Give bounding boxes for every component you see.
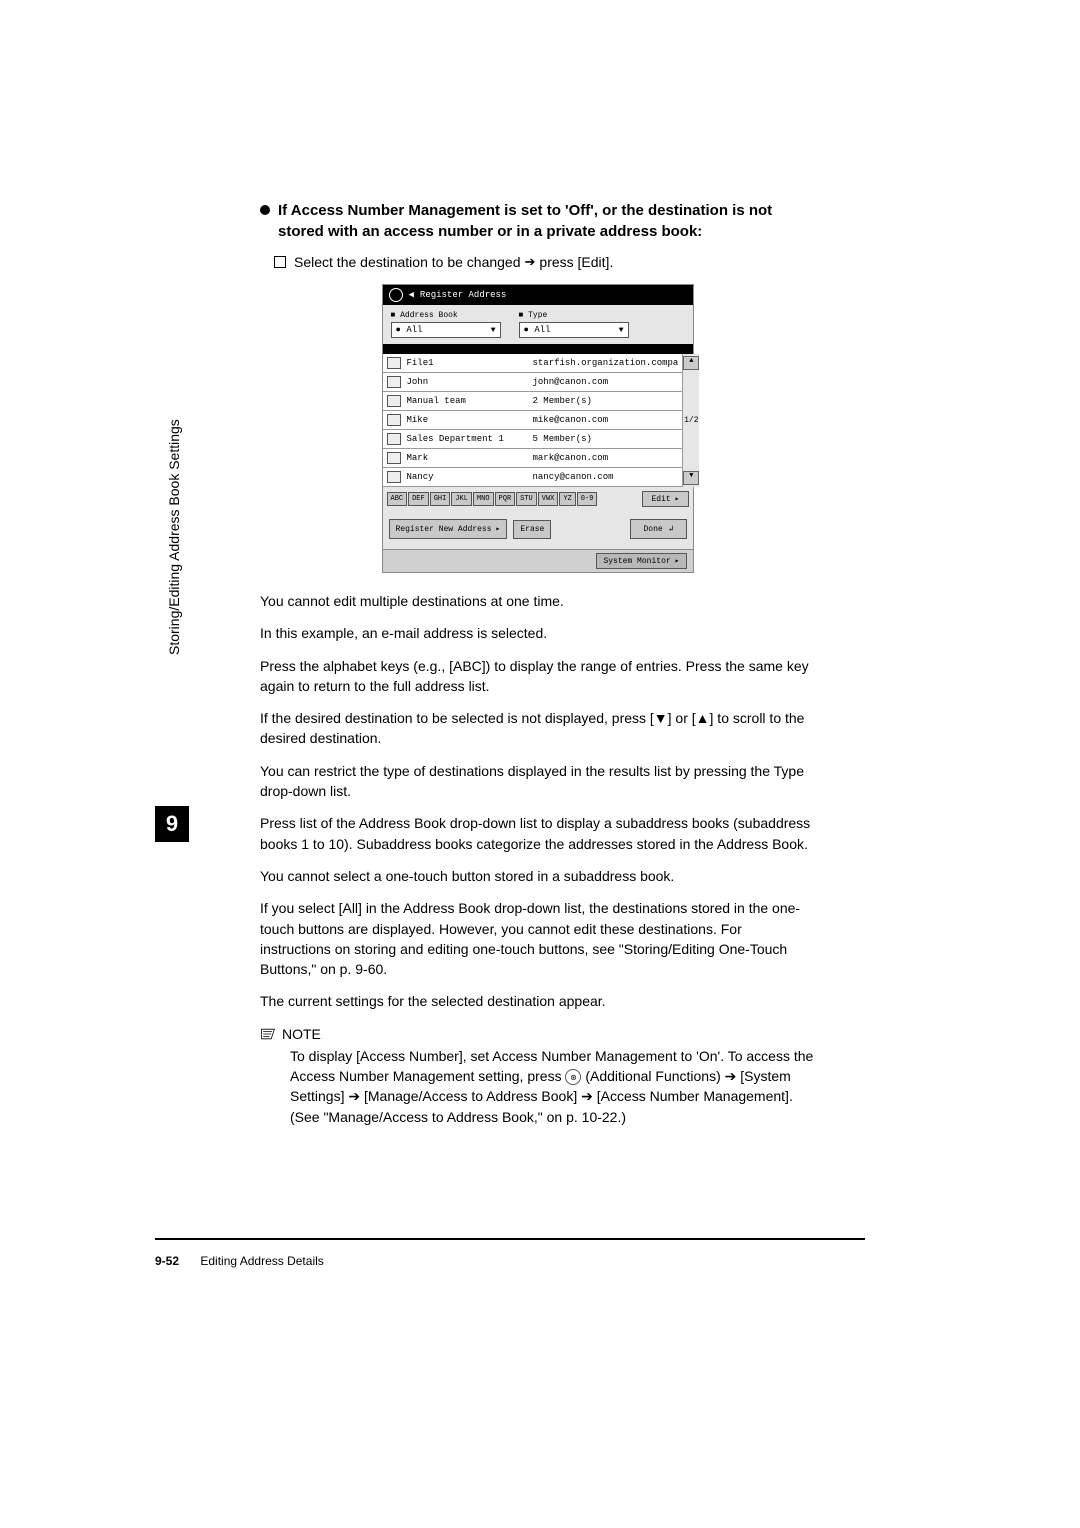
side-tab-label: Storing/Editing Address Book Settings (166, 419, 182, 655)
erase-button[interactable]: Erase (513, 520, 551, 539)
body-paragraph: You cannot edit multiple destinations at… (260, 591, 815, 611)
additional-functions-key-icon: ⊛ (565, 1069, 581, 1085)
edit-button[interactable]: Edit▸ (642, 491, 688, 507)
sub-instruction-post: press [Edit]. (539, 254, 613, 270)
system-monitor-button[interactable]: System Monitor▸ (596, 553, 686, 569)
footer-title: Editing Address Details (200, 1254, 323, 1268)
list-item[interactable]: Markmark@canon.com (383, 449, 683, 468)
fax-icon (387, 452, 401, 464)
footer-divider (155, 1238, 865, 1240)
alpha-key[interactable]: STU (516, 492, 537, 506)
alpha-key[interactable]: ABC (387, 492, 408, 506)
triangle-up-icon: ▲ (696, 710, 710, 726)
list-item[interactable]: Manual team2 Member(s) (383, 392, 683, 411)
note-label: NOTE (282, 1026, 321, 1042)
group-icon (387, 395, 401, 407)
list-item[interactable]: Mikemike@canon.com (383, 411, 683, 430)
register-new-address-button[interactable]: Register New Address▸ (389, 519, 508, 539)
return-icon: ↲ (669, 524, 674, 534)
alpha-key[interactable]: PQR (495, 492, 516, 506)
alpha-key[interactable]: 0-9 (577, 492, 598, 506)
sub-instruction: Select the destination to be changed ➔ p… (274, 254, 815, 270)
note-icon (260, 1027, 276, 1041)
arrow-right-icon: ➔ (348, 1088, 360, 1104)
address-book-dropdown[interactable]: ● All ▼ (391, 322, 501, 338)
arrow-right-icon: ➔ (725, 1068, 737, 1084)
group-icon (387, 433, 401, 445)
page-indicator: 1/2 (684, 416, 698, 425)
triangle-down-icon: ▼ (654, 710, 668, 726)
scroll-up-button[interactable]: ▲ (683, 356, 699, 370)
screenshot-title: Register Address (420, 290, 506, 300)
type-label: ■ Type (519, 311, 629, 320)
done-button[interactable]: Done↲ (630, 519, 686, 539)
chevron-right-icon: ▸ (496, 524, 501, 534)
list-item[interactable]: Sales Department 15 Member(s) (383, 430, 683, 449)
list-item[interactable]: Nancynancy@canon.com (383, 468, 683, 487)
square-bullet-icon (274, 256, 286, 268)
screenshot-panel: ◀ Register Address ■ Address Book ● All … (382, 284, 694, 573)
mail-icon (387, 414, 401, 426)
body-paragraph: Press the alphabet keys (e.g., [ABC]) to… (260, 656, 815, 697)
body-paragraph: Press list of the Address Book drop-down… (260, 813, 815, 854)
arrow-right-icon: ➔ (525, 254, 536, 270)
page-footer: 9-52 Editing Address Details (155, 1254, 324, 1268)
arrow-right-icon: ➔ (581, 1088, 593, 1104)
address-book-label: ■ Address Book (391, 311, 501, 320)
note-body: To display [Access Number], set Access N… (290, 1046, 815, 1127)
chevron-down-icon: ▼ (491, 326, 496, 335)
list-item[interactable]: File1starfish.organization.compa (383, 354, 683, 373)
body-paragraph: The current settings for the selected de… (260, 991, 815, 1011)
alpha-key[interactable]: VWX (538, 492, 559, 506)
chevron-right-icon: ▸ (675, 494, 680, 504)
list-header-bar (383, 344, 693, 354)
screenshot-titlebar: ◀ Register Address (383, 285, 693, 305)
body-paragraph: If the desired destination to be selecte… (260, 708, 815, 749)
back-icon[interactable]: ◀ (409, 290, 414, 300)
mail-icon (387, 376, 401, 388)
alpha-key[interactable]: DEF (408, 492, 429, 506)
bullet-icon (260, 205, 270, 215)
chevron-down-icon: ▼ (619, 326, 624, 335)
body-paragraph: You can restrict the type of destination… (260, 761, 815, 802)
file-icon (387, 357, 401, 369)
alpha-key[interactable]: MNO (473, 492, 494, 506)
scroll-down-button[interactable]: ▼ (683, 471, 699, 485)
menu-icon[interactable] (389, 288, 403, 302)
fax-icon (387, 471, 401, 483)
body-paragraph: You cannot select a one-touch button sto… (260, 866, 815, 886)
alpha-key[interactable]: JKL (451, 492, 472, 506)
type-dropdown[interactable]: ● All ▼ (519, 322, 629, 338)
chevron-right-icon: ▸ (675, 556, 680, 566)
page-number: 9-52 (155, 1254, 179, 1268)
sub-instruction-pre: Select the destination to be changed (294, 254, 521, 270)
alpha-key[interactable]: GHI (430, 492, 451, 506)
chapter-number: 9 (155, 806, 189, 842)
list-item[interactable]: Johnjohn@canon.com (383, 373, 683, 392)
body-paragraph: If you select [All] in the Address Book … (260, 898, 815, 979)
alpha-key[interactable]: YZ (559, 492, 575, 506)
section-heading: If Access Number Management is set to 'O… (278, 200, 815, 242)
body-paragraph: In this example, an e-mail address is se… (260, 623, 815, 643)
